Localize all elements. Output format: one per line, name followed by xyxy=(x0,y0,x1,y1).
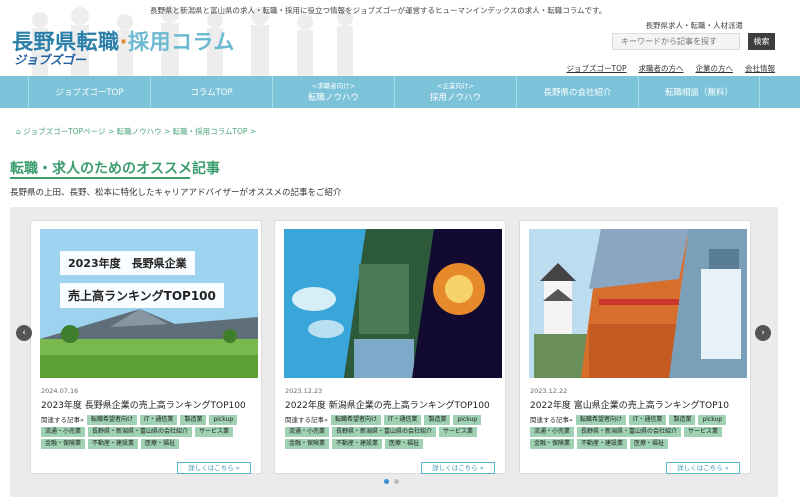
tag[interactable]: 長野県・新潟県・富山県の会社紹介 xyxy=(332,427,437,437)
tag[interactable]: 製造業 xyxy=(180,415,207,425)
card-thumbnail[interactable]: 2023年度 長野県企業 売上高ランキングTOP100 xyxy=(40,229,258,378)
pagination-dot[interactable] xyxy=(394,479,399,484)
thumbnail-caption-line1: 2023年度 長野県企業 xyxy=(60,251,195,275)
article-card[interactable]: 2023.12.23 2022年度 新潟県企業の売上高ランキングTOP100 関… xyxy=(274,220,506,474)
tag[interactable]: 流通・小売業 xyxy=(530,427,575,437)
article-card[interactable]: 2023年度 長野県企業 売上高ランキングTOP100 2024.07.16 2… xyxy=(30,220,262,474)
util-link-job-seekers[interactable]: 求職者の方へ xyxy=(639,63,684,74)
read-more-button[interactable]: 詳しくはこちら » xyxy=(177,462,251,474)
tag[interactable]: pickup xyxy=(453,415,482,425)
niigata-collage-image xyxy=(284,229,502,378)
tag[interactable]: 製造業 xyxy=(424,415,451,425)
tag[interactable]: 製造業 xyxy=(669,415,696,425)
site-header: 長野県と新潟県と富山県の求人・転職・採用に役立つ情報をジョブズゴーが運営するヒュ… xyxy=(0,0,800,76)
tag[interactable]: pickup xyxy=(698,415,727,425)
nav-sublabel: <企業向け> xyxy=(437,81,474,90)
title-underline xyxy=(10,177,190,179)
tags-label: 関連する記事» xyxy=(285,416,328,424)
read-more-button[interactable]: 詳しくはこちら » xyxy=(666,462,740,474)
breadcrumb[interactable]: ⌂ ジョブズゴーTOPページ > 転職ノウハウ > 転職・採用コラムTOP > xyxy=(16,126,256,137)
tags-label: 関連する記事» xyxy=(530,416,573,424)
carousel-pagination xyxy=(384,479,399,484)
util-link-jobsgo-top[interactable]: ジョブズゴーTOP xyxy=(566,63,626,74)
tag[interactable]: 金融・保険業 xyxy=(285,439,330,449)
tag[interactable]: 流通・小売業 xyxy=(285,427,330,437)
nav-item-column-top[interactable]: コラムTOP xyxy=(150,76,272,108)
nav-item-company-intro[interactable]: 長野県の会社紹介 xyxy=(516,76,638,108)
logo-dot: · xyxy=(119,30,128,54)
nav-item-jobsgo-top[interactable]: ジョブズゴーTOP xyxy=(28,76,150,108)
article-carousel: 2023年度 長野県企業 売上高ランキングTOP100 2024.07.16 2… xyxy=(10,207,778,497)
tag[interactable]: 医療・福祉 xyxy=(141,439,180,449)
global-nav: ジョブズゴーTOP コラムTOP <求職者向け> 転職ノウハウ <企業向け> 採用ノ… xyxy=(0,76,800,108)
util-link-companies[interactable]: 企業の方へ xyxy=(696,63,734,74)
header-right-label: 長野県求人・転職・人材派遣 xyxy=(645,21,744,30)
tag[interactable]: サービス業 xyxy=(195,427,234,437)
card-tags: 関連する記事» 転職希望者向け IT・通信業 製造業 pickup 流通・小売業… xyxy=(41,415,255,449)
pagination-dot[interactable] xyxy=(384,479,389,484)
nav-label: 転職ノウハウ xyxy=(307,92,359,103)
utility-links: ジョブズゴーTOP 求職者の方へ 企業の方へ 会社情報 xyxy=(566,63,775,74)
tag[interactable]: 医療・福祉 xyxy=(630,439,669,449)
nav-sublabel: <求職者向け> xyxy=(311,81,356,90)
tag[interactable]: 転職希望者向け xyxy=(330,415,381,425)
nav-label: 長野県の会社紹介 xyxy=(543,88,612,98)
card-thumbnail[interactable] xyxy=(529,229,747,378)
tag[interactable]: 流通・小売業 xyxy=(41,427,86,437)
search-input[interactable] xyxy=(612,33,740,50)
article-card[interactable]: 2023.12.22 2022年度 富山県企業の売上高ランキングTOP10 関連… xyxy=(519,220,751,474)
carousel-next-button[interactable]: › xyxy=(755,325,771,341)
card-title[interactable]: 2022年度 新潟県企業の売上高ランキングTOP100 xyxy=(285,398,490,411)
card-date: 2023.12.22 xyxy=(530,387,568,395)
section-description: 長野県の上田、長野、松本に特化したキャリアアドバイザーがオススメの記事をご紹介 xyxy=(10,188,342,198)
toyama-collage-image xyxy=(529,229,747,378)
tag[interactable]: IT・通信業 xyxy=(140,415,178,425)
jobsgo-logo[interactable]: ジョブズゴー xyxy=(14,51,86,68)
nav-label: コラムTOP xyxy=(190,88,233,98)
card-tags: 関連する記事» 転職希望者向け IT・通信業 製造業 pickup 流通・小売業… xyxy=(530,415,744,449)
breadcrumb-text: ジョブズゴーTOPページ > 転職ノウハウ > 転職・採用コラムTOP > xyxy=(23,127,257,136)
card-date: 2023.12.23 xyxy=(285,387,323,395)
card-thumbnail[interactable] xyxy=(284,229,502,378)
card-title[interactable]: 2022年度 富山県企業の売上高ランキングTOP10 xyxy=(530,398,729,411)
tag[interactable]: IT・通信業 xyxy=(384,415,422,425)
tag[interactable]: 転職希望者向け xyxy=(575,415,626,425)
carousel-prev-button[interactable]: ‹ xyxy=(16,325,32,341)
search-button[interactable]: 検索 xyxy=(748,33,775,50)
card-title[interactable]: 2023年度 長野県企業の売上高ランキングTOP100 xyxy=(41,398,246,411)
card-date: 2024.07.16 xyxy=(41,387,79,395)
nav-item-career-knowhow[interactable]: <求職者向け> 転職ノウハウ xyxy=(272,76,394,108)
tag[interactable]: IT・通信業 xyxy=(629,415,667,425)
tag[interactable]: pickup xyxy=(209,415,238,425)
tag[interactable]: 金融・保険業 xyxy=(530,439,575,449)
nav-label: 転職相談（無料） xyxy=(664,88,733,98)
section-title: 転職・求人のためのオススメ記事 xyxy=(10,161,220,177)
nav-item-consultation[interactable]: 転職相談（無料） xyxy=(638,76,760,108)
tag[interactable]: サービス業 xyxy=(684,427,723,437)
nav-label: ジョブズゴーTOP xyxy=(55,88,124,98)
tag[interactable]: 金融・保険業 xyxy=(41,439,86,449)
nav-item-hiring-knowhow[interactable]: <企業向け> 採用ノウハウ xyxy=(394,76,516,108)
tag[interactable]: 転職希望者向け xyxy=(86,415,137,425)
thumbnail-caption-line2: 売上高ランキングTOP100 xyxy=(60,283,224,308)
card-tags: 関連する記事» 転職希望者向け IT・通信業 製造業 pickup 流通・小売業… xyxy=(285,415,499,449)
util-link-company-info[interactable]: 会社情報 xyxy=(745,63,775,74)
tags-label: 関連する記事» xyxy=(41,416,84,424)
site-tagline: 長野県と新潟県と富山県の求人・転職・採用に役立つ情報をジョブズゴーが運営するヒュ… xyxy=(150,6,607,15)
tag[interactable]: サービス業 xyxy=(439,427,478,437)
tag[interactable]: 不動産・建設業 xyxy=(88,439,139,449)
read-more-button[interactable]: 詳しくはこちら » xyxy=(421,462,495,474)
nav-label: 採用ノウハウ xyxy=(429,92,481,103)
logo-second-text: 採用コラム xyxy=(127,30,235,54)
tag[interactable]: 長野県・新潟県・富山県の会社紹介 xyxy=(88,427,193,437)
tag[interactable]: 医療・福祉 xyxy=(385,439,424,449)
tag[interactable]: 長野県・新潟県・富山県の会社紹介 xyxy=(577,427,682,437)
tag[interactable]: 不動産・建設業 xyxy=(577,439,628,449)
tag[interactable]: 不動産・建設業 xyxy=(332,439,383,449)
